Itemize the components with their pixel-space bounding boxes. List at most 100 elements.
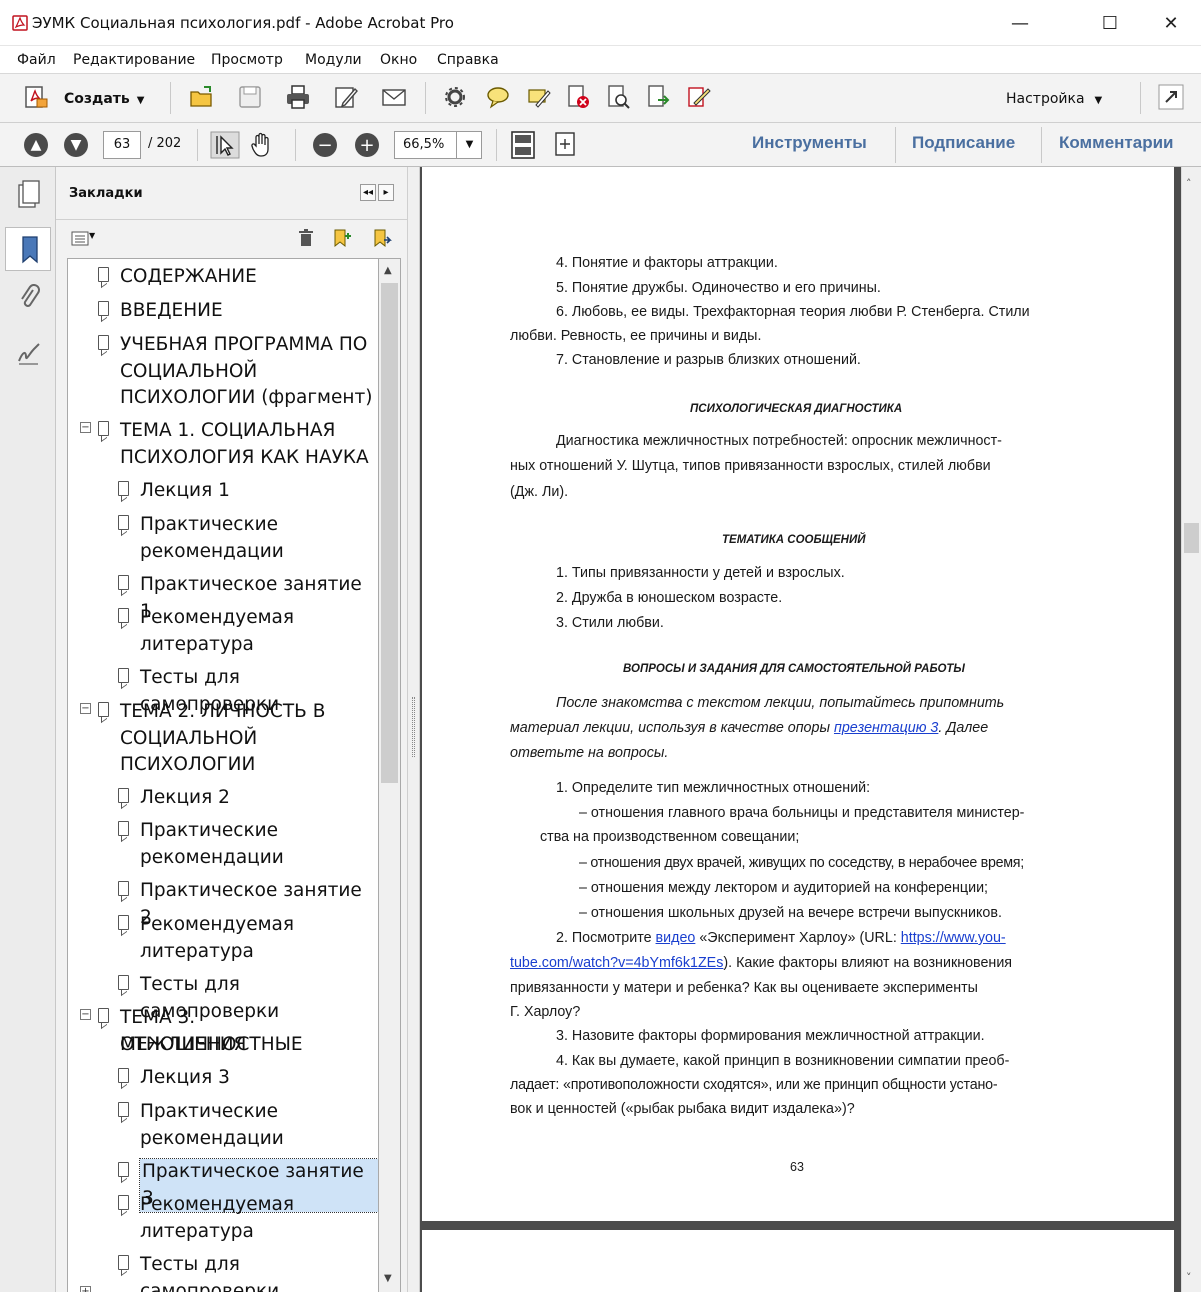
pdf-sign-icon[interactable] — [684, 83, 712, 111]
bookmark-item[interactable]: Тесты для самопроверки — [68, 1252, 378, 1292]
print-icon[interactable] — [284, 83, 312, 111]
splitter-grip[interactable] — [412, 697, 415, 757]
page-number-input[interactable]: 63 — [103, 131, 141, 159]
settings-gear-icon[interactable] — [441, 83, 469, 111]
email-icon[interactable] — [380, 83, 408, 111]
doc-text-line: – отношения двух врачей, живущих по сосе… — [579, 855, 1024, 871]
highlight-icon[interactable] — [524, 83, 552, 111]
document-scrollbar[interactable]: ˄ ˅ — [1181, 167, 1201, 1292]
bookmark-item[interactable]: Лекция 1 — [68, 478, 378, 505]
scroll-up-icon[interactable]: ˄ — [1186, 177, 1192, 190]
bookmark-label: ПСИХОЛОГИЯ КАК НАУКА — [120, 446, 369, 468]
close-button[interactable]: ✕ — [1141, 0, 1201, 46]
pdf-next-page — [422, 1230, 1174, 1292]
pdf-search-icon[interactable] — [604, 83, 632, 111]
video-link[interactable]: видео — [656, 930, 696, 946]
doc-text-line: Г. Харлоу? — [510, 1004, 581, 1020]
fit-page-icon[interactable] — [510, 130, 536, 160]
doc-text-line: – отношения школьных друзей на вечере вс… — [579, 905, 1002, 921]
collapse-panel-button[interactable]: ◂◂ — [360, 184, 376, 201]
menu-view[interactable]: Просмотр — [211, 52, 283, 68]
scroll-down-icon[interactable]: ▼ — [384, 1273, 392, 1284]
next-page-button[interactable]: ▼ — [64, 133, 88, 157]
bookmark-item[interactable]: Практическое занятие 3 — [68, 1158, 378, 1213]
url-link[interactable]: tube.com/watch?v=4bYmf6k1ZEs — [510, 955, 723, 971]
bookmark-icon — [98, 335, 109, 350]
presentation-link[interactable]: презентацию 3 — [834, 720, 938, 736]
expand-toggle-icon[interactable]: + — [80, 1286, 91, 1292]
bookmark-icon — [118, 1068, 129, 1083]
menu-edit[interactable]: Редактирование — [73, 52, 195, 68]
bookmark-item[interactable]: Практические рекомендации — [68, 512, 378, 565]
menu-help[interactable]: Справка — [437, 52, 499, 68]
url-link[interactable]: https://www.you- — [901, 930, 1006, 946]
bookmark-from-selection-icon[interactable] — [372, 228, 392, 248]
zoom-select[interactable]: 66,5% ▼ — [394, 131, 482, 159]
zoom-out-button[interactable]: − — [313, 133, 337, 157]
create-button[interactable]: Создать ▼ — [64, 91, 144, 107]
bookmark-item[interactable]: Практические рекомендации — [68, 818, 378, 871]
fullscreen-expand-icon[interactable] — [1157, 83, 1185, 111]
bookmark-scrollbar[interactable]: ▲ ▼ — [379, 258, 401, 1292]
page-thumbnails-icon[interactable] — [17, 179, 41, 209]
bookmark-item[interactable]: СОДЕРЖАНИЕ — [68, 264, 378, 291]
collapse-toggle-icon[interactable]: − — [80, 1009, 91, 1020]
toolbar-divider — [170, 82, 171, 114]
comment-bubble-icon[interactable] — [484, 83, 512, 111]
bookmark-item[interactable]: Тесты для самопроверки — [68, 665, 378, 715]
new-bookmark-icon[interactable] — [332, 228, 352, 248]
bookmark-item[interactable]: Практическое занятие 1 — [68, 572, 378, 622]
bookmark-item[interactable]: Практические рекомендации — [68, 1099, 378, 1152]
bookmark-item[interactable]: Тесты для самопроверки — [68, 972, 378, 1022]
bookmark-icon — [98, 301, 109, 316]
create-pdf-icon[interactable] — [22, 83, 50, 111]
bookmarks-tab[interactable] — [5, 227, 51, 271]
pane-splitter[interactable] — [407, 167, 420, 1292]
bookmark-item[interactable]: ВВЕДЕНИЕ — [68, 298, 378, 325]
scroll-up-icon[interactable]: ▲ — [384, 265, 392, 276]
open-folder-icon[interactable] — [188, 83, 216, 111]
bookmark-item[interactable]: Лекция 3 — [68, 1065, 378, 1092]
menu-window[interactable]: Окно — [380, 52, 417, 68]
bookmark-item[interactable]: Рекомендуемая литература — [68, 605, 378, 658]
main-toolbar: Создать ▼ Настройка ▼ — [0, 74, 1201, 123]
scroll-thumb[interactable] — [381, 283, 398, 783]
tools-pane-button[interactable]: Инструменты — [752, 133, 867, 153]
bookmark-item[interactable]: Лекция 2 — [68, 785, 378, 812]
pdf-export-icon[interactable] — [644, 83, 672, 111]
hand-tool-icon[interactable] — [248, 131, 276, 159]
select-cursor-icon[interactable] — [210, 131, 240, 159]
sign-pane-button[interactable]: Подписание — [912, 133, 1015, 153]
chevron-down-icon[interactable]: ▼ — [456, 132, 482, 158]
menu-file[interactable]: Файл — [17, 52, 56, 68]
collapse-toggle-icon[interactable]: − — [80, 703, 91, 714]
bookmark-item[interactable]: − ТЕМА 1. СОЦИАЛЬНАЯ ПСИХОЛОГИЯ КАК НАУКА — [68, 418, 378, 471]
attachments-paperclip-icon[interactable] — [17, 284, 41, 314]
bookmark-item[interactable]: УЧЕБНАЯ ПРОГРАММА ПО СОЦИАЛЬНОЙ ПСИХОЛОГИИ… — [68, 332, 378, 412]
bookmark-item[interactable]: − ТЕМА 3. МЕЖЛИЧНОСТНЫЕ ОТНОШЕНИЯ — [68, 1005, 378, 1058]
maximize-button[interactable]: ☐ — [1080, 0, 1140, 46]
bookmark-options-menu[interactable]: ▼ — [71, 231, 95, 250]
bookmark-item[interactable]: Рекомендуемая литература — [68, 1192, 378, 1245]
delete-bookmark-icon[interactable] — [298, 229, 314, 247]
scroll-thumb[interactable] — [1184, 523, 1199, 553]
scroll-down-icon[interactable]: ˅ — [1186, 1271, 1192, 1284]
minimize-button[interactable]: — — [990, 0, 1050, 46]
bookmark-label: ОТНОШЕНИЯ — [120, 1033, 247, 1055]
save-icon[interactable] — [236, 83, 264, 111]
customize-menu[interactable]: Настройка ▼ — [1006, 91, 1102, 107]
edit-document-icon[interactable] — [332, 83, 360, 111]
bookmark-item[interactable]: − ТЕМА 2. ЛИЧНОСТЬ В СОЦИАЛЬНОЙ ПСИХОЛОГИИ — [68, 699, 378, 779]
pdf-delete-icon[interactable] — [564, 83, 592, 111]
expand-panel-button[interactable]: ▸ — [378, 184, 394, 201]
comments-pane-button[interactable]: Комментарии — [1059, 133, 1173, 153]
bookmark-item[interactable]: Рекомендуемая литература — [68, 912, 378, 965]
bookmark-item[interactable]: Практическое занятие 2 — [68, 878, 378, 928]
menu-modules[interactable]: Модули — [305, 52, 362, 68]
signatures-icon[interactable] — [16, 341, 42, 367]
collapse-toggle-icon[interactable]: − — [80, 422, 91, 433]
fit-width-icon[interactable] — [554, 131, 576, 157]
toolbar-divider — [295, 129, 296, 161]
zoom-in-button[interactable]: + — [355, 133, 379, 157]
prev-page-button[interactable]: ▲ — [24, 133, 48, 157]
